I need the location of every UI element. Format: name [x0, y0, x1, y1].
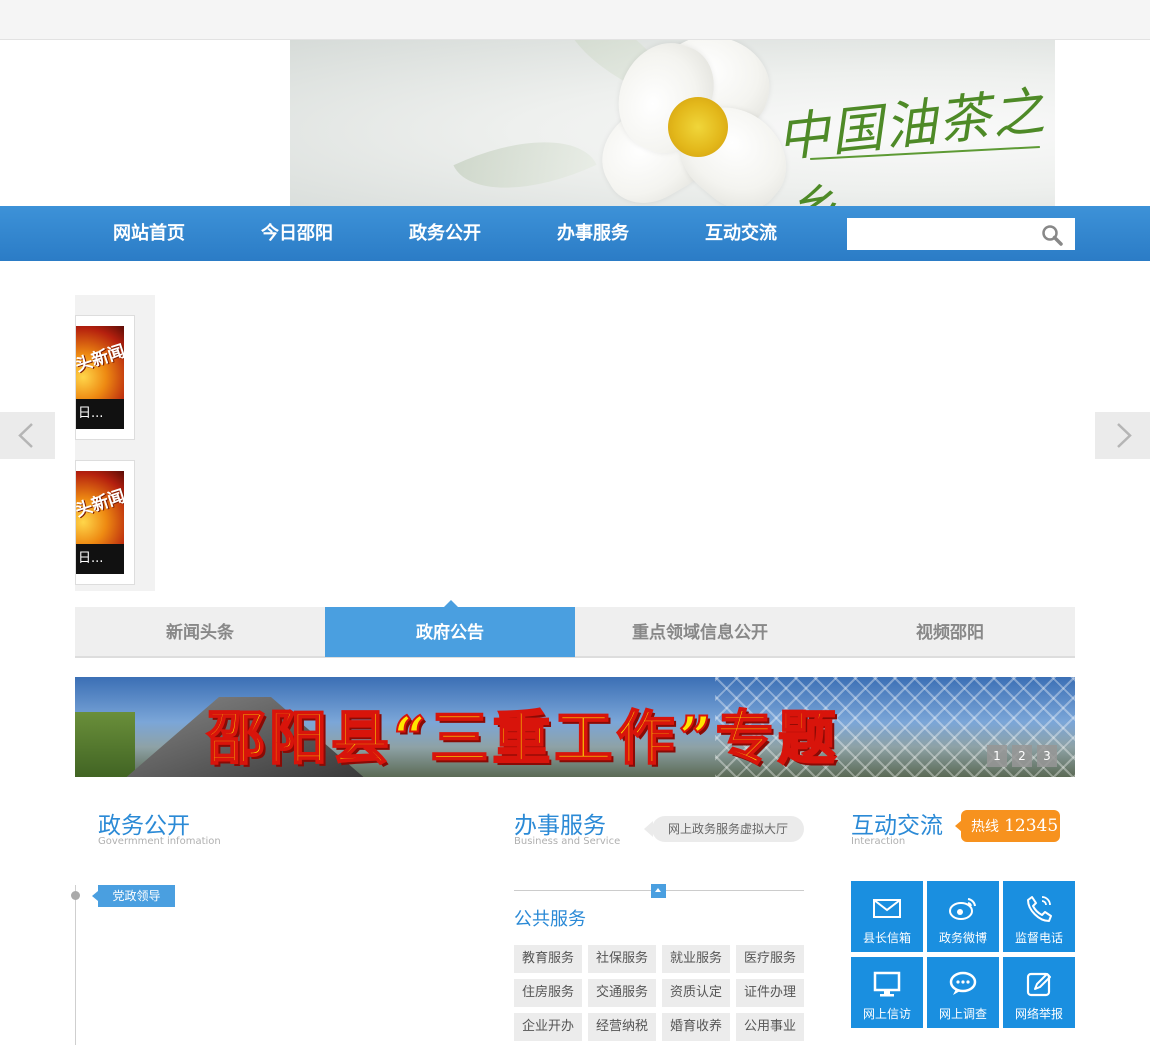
service-item[interactable]: 教育服务	[514, 945, 582, 973]
service-item[interactable]: 经营纳税	[588, 1013, 656, 1041]
tab-video-shaoyang[interactable]: 视频邵阳	[825, 607, 1075, 657]
tile-label: 网上调查	[938, 1007, 987, 1021]
news-slider: 头新闻 日... 头新闻 日...	[75, 295, 155, 591]
edit-icon	[1026, 972, 1051, 997]
service-item[interactable]: 就业服务	[662, 945, 730, 973]
interaction-title[interactable]: 互动交流	[851, 806, 943, 840]
phone-icon	[1027, 896, 1052, 922]
promo-pagination: 123	[987, 745, 1062, 767]
tile-gov-weibo[interactable]: 政务微博	[927, 881, 999, 952]
promo-page-1[interactable]: 1	[987, 745, 1007, 767]
thumb-caption: 日...	[76, 399, 124, 429]
public-services-title: 公共服务	[514, 909, 586, 930]
chat-icon	[949, 971, 977, 995]
tab-government-notices[interactable]: 政府公告	[325, 607, 575, 657]
tab-key-areas-disclosure[interactable]: 重点领域信息公开	[575, 607, 825, 657]
service-item[interactable]: 资质认定	[662, 979, 730, 1007]
tab-news-headlines[interactable]: 新闻头条	[75, 607, 325, 657]
news-tabs: 新闻头条 政府公告 重点领域信息公开 视频邵阳	[75, 607, 1075, 658]
promo-page-2[interactable]: 2	[1012, 745, 1032, 767]
timeline-dot	[71, 891, 80, 900]
hotline-label: 热线	[971, 819, 999, 835]
top-bar	[0, 0, 1150, 40]
timeline-line	[75, 885, 76, 1045]
tile-online-petition[interactable]: 网上信访	[851, 957, 923, 1028]
search-input[interactable]	[847, 218, 1037, 250]
interaction-subtitle: Interaction	[851, 836, 906, 847]
slider-thumb[interactable]: 头新闻 日...	[75, 315, 135, 440]
tile-label: 政务微博	[938, 931, 987, 945]
service-item[interactable]: 医疗服务	[736, 945, 804, 973]
service-item[interactable]: 住房服务	[514, 979, 582, 1007]
active-tab-pointer	[444, 600, 458, 607]
thumb-image: 头新闻	[76, 471, 124, 544]
slider-prev-button[interactable]	[0, 412, 55, 459]
tile-label: 网上信访	[862, 1007, 911, 1021]
slider-next-button[interactable]	[1095, 412, 1150, 459]
camellia-flower-image	[584, 40, 807, 206]
service-item[interactable]: 社保服务	[588, 945, 656, 973]
promo-title: 邵阳县“三重工作”专题	[206, 703, 840, 773]
tile-label: 网络举报	[1014, 1007, 1063, 1021]
service-item[interactable]: 公用事业	[736, 1013, 804, 1041]
hotline-number: 12345	[1004, 816, 1059, 836]
chevron-left-icon	[18, 423, 33, 448]
slider-thumb[interactable]: 头新闻 日...	[75, 460, 135, 585]
mail-icon	[873, 899, 901, 918]
collapse-up-button[interactable]	[651, 884, 666, 898]
service-item[interactable]: 证件办理	[736, 979, 804, 1007]
tile-online-report[interactable]: 网络举报	[1003, 957, 1075, 1028]
virtual-hall-link[interactable]: 网上政务服务虚拟大厅	[644, 816, 804, 842]
nav-government-affairs[interactable]: 政务公开	[409, 206, 481, 261]
services-subtitle: Business and Service	[514, 836, 621, 847]
promo-page-3[interactable]: 3	[1037, 745, 1057, 767]
tile-online-survey[interactable]: 网上调查	[927, 957, 999, 1028]
gov-info-title[interactable]: 政务公开	[98, 806, 190, 840]
chevron-right-icon	[1117, 423, 1132, 448]
nav-interaction[interactable]: 互动交流	[705, 206, 777, 261]
header-banner: 中国油茶之乡	[0, 40, 1150, 206]
party-leaders-badge[interactable]: 党政领导	[92, 885, 175, 907]
tile-supervision-phone[interactable]: 监督电话	[1003, 881, 1075, 952]
service-item[interactable]: 企业开办	[514, 1013, 582, 1041]
promo-banner[interactable]: 邵阳县“三重工作”专题 123	[75, 677, 1075, 777]
nav-services[interactable]: 办事服务	[557, 206, 629, 261]
nav-today-shaoyang[interactable]: 今日邵阳	[261, 206, 333, 261]
hotline-badge[interactable]: 热线 12345	[955, 810, 1060, 842]
thumb-caption: 日...	[76, 544, 124, 574]
search-icon[interactable]	[1041, 224, 1063, 246]
thumb-image: 头新闻	[76, 326, 124, 399]
service-item[interactable]: 交通服务	[588, 979, 656, 1007]
banner-slogan: 中国油茶之乡	[774, 81, 1050, 206]
tile-label: 监督电话	[1014, 931, 1063, 945]
tile-mayor-mailbox[interactable]: 县长信箱	[851, 881, 923, 952]
banner-image: 中国油茶之乡	[290, 40, 1055, 206]
weibo-icon	[949, 898, 976, 920]
gov-info-subtitle: Govermment infomation	[98, 836, 221, 847]
tile-label: 县长信箱	[862, 931, 911, 945]
service-item[interactable]: 婚育收养	[662, 1013, 730, 1041]
monitor-icon	[873, 971, 901, 997]
nav-home[interactable]: 网站首页	[113, 206, 185, 261]
search-box	[847, 218, 1075, 250]
services-title[interactable]: 办事服务	[514, 806, 606, 840]
